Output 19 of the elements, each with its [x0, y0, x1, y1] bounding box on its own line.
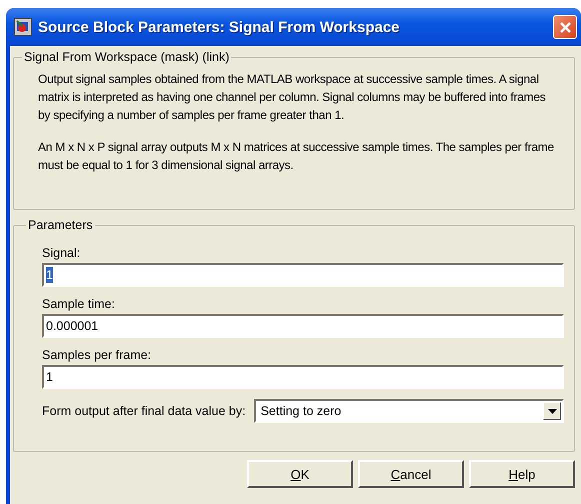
- dialog-button[interactable]: Cancel: [358, 460, 464, 488]
- dialog-button[interactable]: Help: [469, 460, 575, 488]
- description-text: An M x N x P signal array outputs M x N matrices at successive sample times. The samples per frame must be equal to 1 for 3 dimensional signal arrays.: [38, 139, 555, 174]
- input-field[interactable]: 1: [42, 263, 564, 287]
- description-text: Output signal samples obtained from the MATLAB workspace at successive sample times. A signal matrix is interpreted as having one channel per column. Signal columns may be buffered into frames by specifying a number of samples per frame greater than 1.: [38, 71, 547, 124]
- group-title: Parameters: [27, 218, 94, 232]
- group-title: Signal From Workspace (mask) (link): [23, 50, 230, 64]
- field-label: Form output after final data value by:: [42, 404, 246, 418]
- field-label: Sample time:: [42, 297, 116, 312]
- close-button[interactable]: [553, 15, 577, 39]
- dialog-button[interactable]: OK: [247, 460, 353, 488]
- window-title: Source Block Parameters: Signal From Workspace: [38, 18, 401, 36]
- field-label: Signal:: [42, 246, 82, 261]
- block-diagram-icon: [14, 18, 32, 36]
- input-field[interactable]: 1: [42, 365, 564, 389]
- field-label: Samples per frame:: [42, 348, 152, 363]
- dropdown[interactable]: Setting to zero: [254, 399, 564, 423]
- input-field[interactable]: 0.000001: [42, 314, 564, 338]
- close-icon: [558, 20, 572, 34]
